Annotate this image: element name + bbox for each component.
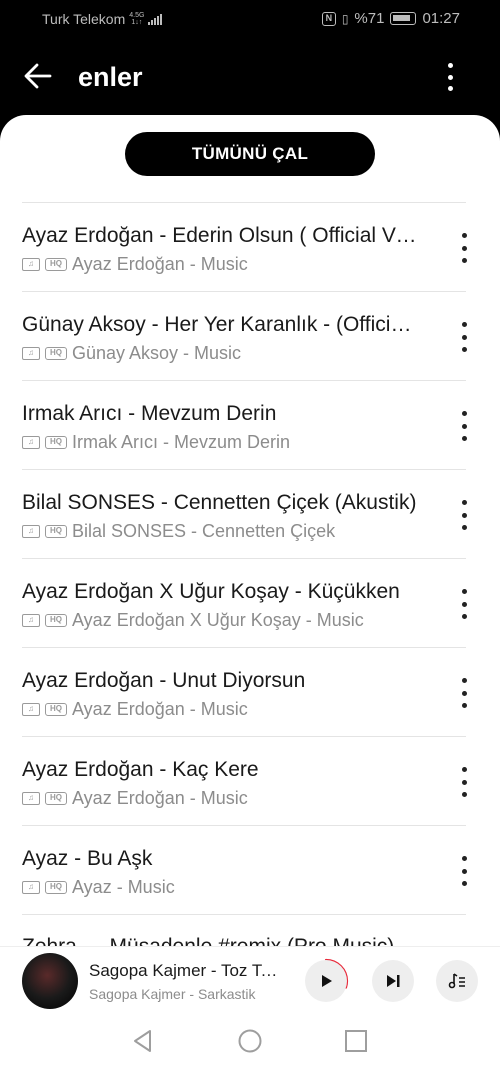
now-playing-subtitle: Sagopa Kajmer - Sarkastik (89, 986, 256, 1002)
song-row[interactable]: Ayaz - Bu Aşk ♫ HQ Ayaz - Music (22, 826, 467, 915)
song-subtitle: Ayaz - Music (72, 877, 175, 897)
arrow-left-icon (24, 63, 52, 89)
song-title: Irmak Arıcı - Mevzum Derin (22, 402, 277, 425)
next-button[interactable] (372, 960, 414, 1002)
status-bar: Turk Telekom 4.5G 1↓↑ N ▯ %71 01:27 (0, 0, 500, 40)
local-file-icon: ♫ (22, 436, 40, 449)
circle-home-icon (238, 1029, 262, 1053)
battery-icon (390, 12, 417, 25)
music-queue-icon (448, 973, 465, 989)
song-more-options-icon[interactable] (454, 322, 474, 352)
song-title: Ayaz - Bu Aşk (22, 847, 153, 870)
song-meta: ♫ HQ Günay Aksoy - Music (22, 343, 418, 364)
network-type-icon: 4.5G 1↓↑ (129, 12, 145, 26)
nav-recents-button[interactable] (343, 1028, 369, 1054)
hq-badge-icon: HQ (45, 347, 67, 360)
song-more-options-icon[interactable] (454, 500, 474, 530)
song-subtitle: Ayaz Erdoğan X Uğur Koşay - Music (72, 610, 364, 630)
song-more-options-icon[interactable] (454, 678, 474, 708)
hq-badge-icon: HQ (45, 703, 67, 716)
song-more-options-icon[interactable] (454, 411, 474, 441)
song-title: Ayaz Erdoğan - Kaç Kere (22, 758, 259, 781)
album-cover[interactable] (22, 953, 78, 1009)
song-more-options-icon[interactable] (454, 589, 474, 619)
song-row[interactable]: Ayaz Erdoğan - Ederin Olsun ( Official V… (22, 203, 467, 292)
hq-badge-icon: HQ (45, 614, 67, 627)
song-meta: ♫ HQ Ayaz - Music (22, 877, 418, 898)
song-row[interactable]: Ayaz Erdoğan - Unut Diyorsun ♫ HQ Ayaz Erdo… (22, 648, 467, 737)
song-subtitle: Günay Aksoy - Music (72, 343, 242, 363)
vertical-dots-icon[interactable] (436, 60, 464, 94)
signal-icon (148, 13, 163, 25)
nav-back-button[interactable] (130, 1028, 156, 1054)
play-button[interactable] (305, 960, 347, 1002)
song-title: Günay Aksoy - Her Yer Karanlık - (Offici… (22, 313, 418, 336)
battery-percent: %71 (354, 10, 385, 27)
song-meta: ♫ HQ Ayaz Erdoğan - Music (22, 254, 418, 275)
clock: 01:27 (422, 10, 460, 27)
play-progress-ring (303, 958, 349, 1004)
hq-badge-icon: HQ (45, 525, 67, 538)
song-row[interactable]: Günay Aksoy - Her Yer Karanlık - (Offici… (22, 292, 467, 381)
local-file-icon: ♫ (22, 347, 40, 360)
local-file-icon: ♫ (22, 258, 40, 271)
hq-badge-icon: HQ (45, 436, 67, 449)
song-meta: ♫ HQ Ayaz Erdoğan - Music (22, 699, 418, 720)
back-button[interactable] (22, 60, 54, 92)
song-meta: ♫ HQ Ayaz Erdoğan - Music (22, 788, 418, 809)
nav-home-button[interactable] (237, 1028, 263, 1054)
nfc-icon: N (321, 11, 336, 26)
vibrate-icon: ▯ (341, 11, 349, 26)
song-title: Ayaz Erdoğan - Unut Diyorsun (22, 669, 306, 692)
song-title: Ayaz Erdoğan - Ederin Olsun ( Official V… (22, 224, 418, 247)
play-icon (322, 975, 332, 987)
page-title: enler (78, 62, 143, 92)
song-meta: ♫ HQ Ayaz Erdoğan X Uğur Koşay - Music (22, 610, 418, 631)
square-recents-icon (345, 1030, 367, 1052)
song-row[interactable]: Ayaz Erdoğan - Kaç Kere ♫ HQ Ayaz Erdoğan -… (22, 737, 467, 826)
play-all-button[interactable]: TÜMÜNÜ ÇAL (125, 132, 375, 176)
playlist-queue-button[interactable] (436, 960, 478, 1002)
song-row[interactable]: Irmak Arıcı - Mevzum Derin ♫ HQ Irmak Arıcı… (22, 381, 467, 470)
song-subtitle: Ayaz Erdoğan - Music (72, 254, 248, 274)
playlist-sheet: TÜMÜNÜ ÇAL Ayaz Erdoğan - Ederin Olsun (… (0, 115, 500, 1070)
now-playing-title: Sagopa Kajmer - Toz Taneleri (89, 961, 284, 980)
song-more-options-icon[interactable] (454, 856, 474, 886)
song-title: Ayaz Erdoğan X Uğur Koşay - Küçükken (22, 580, 400, 603)
song-meta: ♫ HQ Bilal SONSES - Cennetten Çiçek (22, 521, 418, 542)
skip-next-icon (387, 975, 400, 987)
song-row[interactable]: Bilal SONSES - Cennetten Çiçek (Akustik)… (22, 470, 467, 559)
song-subtitle: Ayaz Erdoğan - Music (72, 699, 248, 719)
song-more-options-icon[interactable] (454, 233, 474, 263)
song-subtitle: Ayaz Erdoğan - Music (72, 788, 248, 808)
song-row[interactable]: Ayaz Erdoğan X Uğur Koşay - Küçükken ♫ HQ A… (22, 559, 467, 648)
system-nav-bar (0, 1016, 500, 1070)
local-file-icon: ♫ (22, 792, 40, 805)
mini-player[interactable]: Sagopa Kajmer - Toz Taneleri Sagopa Kajm… (0, 946, 500, 1016)
song-more-options-icon[interactable] (454, 767, 474, 797)
app-header: enler (0, 40, 500, 115)
song-title: Bilal SONSES - Cennetten Çiçek (Akustik) (22, 491, 417, 514)
song-subtitle: Bilal SONSES - Cennetten Çiçek (72, 521, 336, 541)
local-file-icon: ♫ (22, 614, 40, 627)
hq-badge-icon: HQ (45, 881, 67, 894)
local-file-icon: ♫ (22, 881, 40, 894)
local-file-icon: ♫ (22, 525, 40, 538)
song-meta: ♫ HQ Irmak Arıcı - Mevzum Derin (22, 432, 418, 453)
song-list: Ayaz Erdoğan - Ederin Olsun ( Official V… (0, 203, 500, 1004)
carrier-name: Turk Telekom (42, 11, 126, 27)
hq-badge-icon: HQ (45, 792, 67, 805)
triangle-back-icon (134, 1030, 151, 1052)
local-file-icon: ♫ (22, 703, 40, 716)
song-subtitle: Irmak Arıcı - Mevzum Derin (72, 432, 291, 452)
hq-badge-icon: HQ (45, 258, 67, 271)
